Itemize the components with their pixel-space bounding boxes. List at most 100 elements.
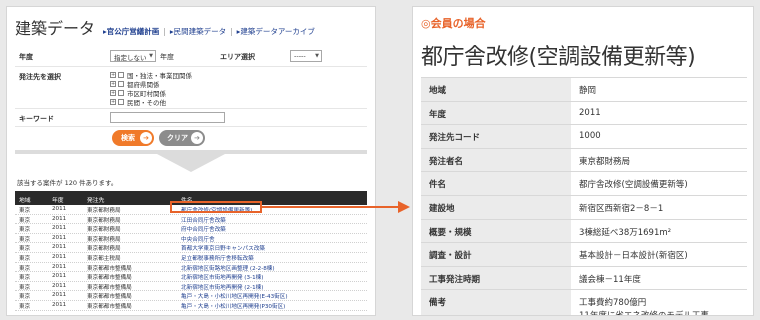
detail-key: 件名 [421, 172, 571, 195]
row-title-link[interactable]: 足立都税事務所庁舎移転改築 [181, 254, 254, 262]
detail-value: 議会棟－11年度 [579, 274, 641, 285]
arrow-right-icon [262, 201, 410, 213]
filter-row-year-area: 年度 指定しない 年度 エリア選択 ----- [15, 45, 367, 67]
checkbox-icon[interactable] [118, 72, 124, 78]
detail-row: 発注者名 東京都財務局 [421, 148, 747, 173]
table-cell: 2011 [52, 301, 67, 308]
table-cell: 東京 [19, 275, 31, 282]
detail-row: 概要・規模 3棟総延べ38万1691m² [421, 219, 747, 244]
table-cell: 2011 [52, 282, 67, 289]
detail-panel: ◎会員の場合 都庁舎改修(空調設備更新等) 地域 静岡 年度 2011 発注先コード 10… [412, 6, 754, 316]
checkbox-icon[interactable] [118, 81, 124, 87]
panel-header: 建築データ ▸官公庁営繕計画 | ▸民間建築データ | ▸建築データアーカイブ [15, 15, 319, 38]
nav-link-private-data[interactable]: ▸民間建築データ [170, 26, 226, 37]
expand-icon[interactable]: + [110, 99, 116, 105]
table-cell: 東京都財務局 [87, 227, 121, 234]
detail-key: 概要・規模 [421, 219, 571, 243]
table-row: 東京 2011 東京都主税局 足立都税事務所庁舎移転改築 [15, 253, 367, 263]
column-header: 地域 [19, 198, 31, 204]
detail-row: 年度 2011 [421, 101, 747, 126]
keyword-label: キーワード [19, 115, 54, 123]
row-title-link[interactable]: 亀戸・大島・小松川地区再開発(P30街区) [181, 302, 285, 310]
client-checkbox-national[interactable]: + 国・独法・事業団関係 [110, 71, 192, 80]
table-cell: 東京都財務局 [87, 246, 121, 253]
table-cell: 東京 [19, 217, 31, 224]
nav-link-public-plans[interactable]: ▸官公庁営繕計画 [103, 26, 159, 37]
table-cell: 東京都都市整備局 [87, 303, 132, 310]
arrow-right-icon: ➔ [140, 132, 152, 144]
area-select[interactable]: ----- [290, 50, 322, 62]
table-cell: 東京 [19, 255, 31, 262]
table-cell: 東京都都市整備局 [87, 284, 132, 291]
results-pointer-graphic [15, 150, 367, 172]
checkbox-icon[interactable] [118, 90, 124, 96]
nav-separator: | [163, 27, 166, 36]
detail-title: 都庁舎改修(空調設備更新等) [421, 45, 696, 70]
client-checkbox-prefecture[interactable]: + 都府県関係 [110, 80, 160, 89]
table-cell: 東京都財務局 [87, 236, 121, 243]
detail-key: 発注者名 [421, 148, 571, 172]
column-header: 年度 [52, 198, 64, 204]
detail-row: 件名 都庁舎改修(空調設備更新等) [421, 172, 747, 196]
detail-value: 都庁舎改修(空調設備更新等) [579, 180, 688, 191]
table-row: 東京 2011 東京都都市整備局 北新宿地区市街地再開発 (3-1棟) [15, 272, 367, 282]
table-cell: 2011 [52, 234, 67, 241]
search-panel: 建築データ ▸官公庁営繕計画 | ▸民間建築データ | ▸建築データアーカイブ … [6, 6, 376, 316]
client-checkbox-private[interactable]: + 民間・その他 [110, 98, 166, 107]
filter-row-keyword: キーワード [15, 111, 367, 127]
table-cell: 東京 [19, 265, 31, 272]
clear-button[interactable]: クリア ➔ [159, 130, 205, 146]
table-cell: 東京 [19, 303, 31, 310]
table-cell: 2011 [52, 292, 67, 299]
row-title-link[interactable]: 府中合同庁舎改築 [181, 225, 226, 233]
table-row: 東京 2011 東京都財務局 中央合同庁舎 [15, 234, 367, 244]
table-cell: 東京 [19, 246, 31, 253]
year-select[interactable]: 指定しない [110, 50, 156, 62]
table-cell: 東京都主税局 [87, 255, 121, 262]
row-title-link[interactable]: 中央合同庁舎 [181, 235, 215, 243]
year-suffix: 年度 [160, 53, 174, 61]
search-button[interactable]: 検索 ➔ [112, 130, 154, 146]
row-title-link[interactable]: 北新宿地区街路地区画整理 (2-2-8棟) [181, 264, 275, 272]
detail-row: 地域 静岡 [421, 78, 747, 102]
table-cell: 2011 [52, 206, 67, 212]
expand-icon[interactable]: + [110, 72, 116, 78]
keyword-input[interactable] [110, 112, 225, 123]
expand-icon[interactable]: + [110, 90, 116, 96]
row-title-link[interactable]: 江田合同庁舎改築 [181, 216, 226, 224]
filter-row-client: 発注先を選択 + 国・独法・事業団関係 + 都府県関係 + 市区町村関係 + 民間・その… [15, 69, 367, 109]
table-cell: 東京都都市整備局 [87, 265, 132, 272]
table-row: 東京 2011 東京都都市整備局 亀戸・大島・小松川地区再開発(E-43街区) [15, 291, 367, 301]
expand-icon[interactable]: + [110, 81, 116, 87]
detail-row: 調査・設計 基本設計－日本設計(新宿区) [421, 243, 747, 267]
table-cell: 東京 [19, 227, 31, 234]
table-row: 東京 2011 東京都都市整備局 亀戸・大島・小松川地区再開発(P30街区) [15, 301, 367, 311]
nav-link-archive[interactable]: ▸建築データアーカイブ [237, 26, 315, 37]
detail-row: 備考工事費約780億円11年度に省エネ改修のモデル工事 [421, 290, 747, 315]
row-title-link[interactable]: 首都大学東京日野キャンパス改築 [181, 244, 265, 252]
row-title-link[interactable]: 北新宿地区市街地再開発 (3-1棟) [181, 273, 263, 281]
detail-key: 発注先コード [421, 125, 571, 148]
column-header: 発注先 [87, 198, 105, 204]
checkbox-icon[interactable] [118, 99, 124, 105]
detail-key: 地域 [421, 78, 571, 101]
table-cell: 東京都都市整備局 [87, 294, 132, 301]
row-title-link[interactable]: 亀戸・大島・小松川地区再開発(E-43街区) [181, 292, 288, 300]
row-title-link[interactable]: 北新宿地区市街地再開発 (2-1棟) [181, 283, 263, 291]
table-row: 東京 2011 東京都都市整備局 北新宿地区街路地区画整理 (2-2-8棟) [15, 263, 367, 273]
table-cell: 2011 [52, 225, 67, 232]
detail-key: 調査・設計 [421, 243, 571, 266]
table-cell: 東京都都市整備局 [87, 275, 132, 282]
detail-value: 静岡 [579, 86, 597, 96]
table-row: 東京 2011 東京都都市整備局 北新宿地区市街地再開発 (2-1棟) [15, 282, 367, 292]
detail-value: 1000 [579, 131, 601, 142]
detail-value: 東京都財務局 [579, 156, 631, 167]
selected-row-highlight [170, 201, 262, 213]
table-cell: 2011 [52, 273, 67, 280]
detail-value: 11年度に省エネ改修のモデル工事 [579, 309, 709, 315]
client-checkbox-municipal[interactable]: + 市区町村関係 [110, 89, 166, 98]
detail-value: 工事費約780億円 [579, 298, 647, 309]
year-label: 年度 [19, 53, 33, 61]
area-label: エリア選択 [220, 53, 255, 61]
detail-row: 建設地 新宿区西新宿2－8－1 [421, 195, 747, 220]
